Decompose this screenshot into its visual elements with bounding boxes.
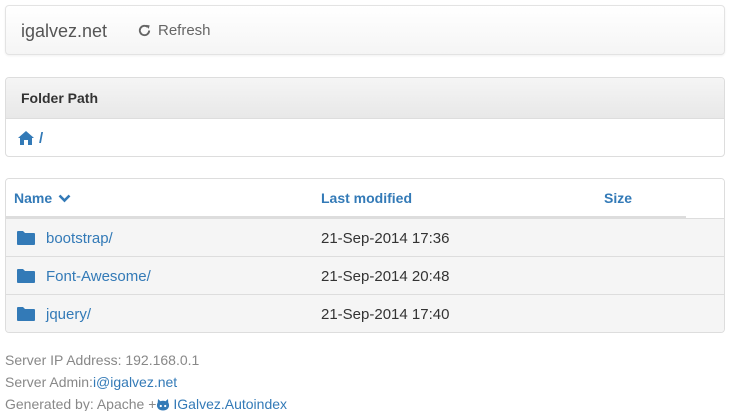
server-admin: Server Admin: i@igalvez.net: [5, 371, 287, 393]
last-modified: 21-Sep-2014 17:40: [321, 305, 450, 323]
refresh-button[interactable]: Refresh: [137, 22, 211, 39]
last-modified: 21-Sep-2014 20:48: [321, 267, 450, 285]
server-ip: Server IP Address: 192.168.0.1: [5, 352, 200, 368]
server-footer: Server IP Address: 192.168.0.1 Server Ad…: [5, 349, 287, 411]
chevron-down-icon: [58, 194, 71, 202]
home-icon: [18, 131, 34, 145]
folder-link-font-awesome[interactable]: Font-Awesome/: [17, 257, 151, 295]
folder-path-panel: Folder Path /: [5, 77, 725, 157]
table-row: Font-Awesome/ 21-Sep-2014 20:48: [6, 256, 724, 294]
sort-by-size[interactable]: Size: [604, 190, 632, 206]
breadcrumb: /: [6, 119, 724, 156]
generator-link-label: IGalvez.Autoindex: [173, 396, 288, 411]
home-link[interactable]: [18, 131, 34, 145]
generated-by-label: Generated by: Apache +: [5, 396, 157, 411]
table-row: jquery/ 21-Sep-2014 17:40: [6, 294, 724, 332]
folder-link-jquery[interactable]: jquery/: [17, 295, 92, 332]
refresh-label: Refresh: [158, 22, 211, 39]
generator-link[interactable]: IGalvez.Autoindex: [156, 393, 287, 411]
file-name: bootstrap/: [46, 229, 113, 247]
generated-by: Generated by: Apache + IGalvez.Autoindex: [5, 393, 287, 411]
folder-path-heading: Folder Path: [6, 78, 724, 119]
path-separator: /: [39, 129, 44, 147]
server-admin-label: Server Admin:: [5, 374, 93, 390]
server-admin-email-link[interactable]: i@igalvez.net: [93, 371, 177, 393]
refresh-icon: [138, 24, 151, 37]
file-name: jquery/: [46, 305, 92, 323]
last-modified: 21-Sep-2014 17:36: [321, 229, 450, 247]
file-table: Name Last modified Size bootstrap/ 21-Se…: [5, 178, 725, 333]
sort-by-last-modified[interactable]: Last modified: [321, 190, 412, 206]
folder-icon: [17, 307, 35, 321]
sort-by-name[interactable]: Name: [14, 190, 71, 206]
file-name: Font-Awesome/: [46, 267, 151, 285]
folder-icon: [17, 231, 35, 245]
column-name-label: Name: [14, 190, 53, 206]
brand-link[interactable]: igalvez.net: [21, 21, 107, 42]
navbar: igalvez.net Refresh: [5, 5, 725, 55]
folder-link-bootstrap[interactable]: bootstrap/: [17, 219, 113, 257]
table-header: Name Last modified Size: [6, 179, 724, 218]
github-icon: [157, 398, 170, 410]
table-row: bootstrap/ 21-Sep-2014 17:36: [6, 218, 724, 256]
folder-icon: [17, 269, 35, 283]
